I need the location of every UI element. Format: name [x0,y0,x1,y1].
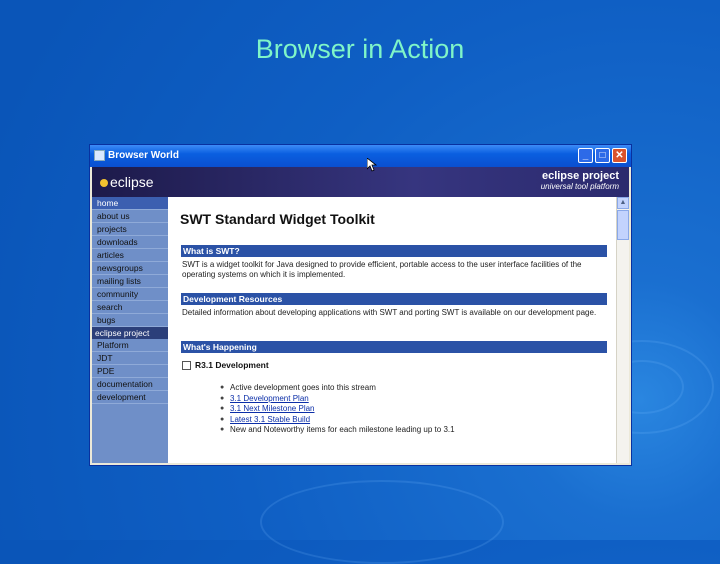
sidebar-item-downloads[interactable]: downloads [92,236,168,249]
list-item-link[interactable]: 3.1 Development Plan [220,394,455,405]
sidebar-item-home[interactable]: home [92,197,168,210]
vertical-scrollbar[interactable]: ▲ [616,197,629,463]
sidebar-item-documentation[interactable]: documentation [92,378,168,391]
sidebar-item-pde[interactable]: PDE [92,365,168,378]
window-app-icon [94,150,105,161]
list-item-link[interactable]: 3.1 Next Milestone Plan [220,404,455,415]
sidebar-item-about-us[interactable]: about us [92,210,168,223]
checkbox-icon [182,361,191,371]
brand-tagline: universal tool platform [540,182,619,191]
window-title: Browser World [108,150,179,161]
section-heading-what-is-swt: What is SWT? [181,245,607,257]
sidebar-item-development[interactable]: development [92,391,168,404]
page-title: SWT Standard Widget Toolkit [180,211,375,227]
sidebar-item-articles[interactable]: articles [92,249,168,262]
subheading-r31-development: R3.1 Development [182,360,269,371]
site-banner: eclipse eclipse project universal tool p… [92,167,629,197]
sidebar-item-jdt[interactable]: JDT [92,352,168,365]
mouse-cursor-icon [367,158,377,172]
section-text-development-resources: Detailed information about developing ap… [182,308,597,317]
main-content: SWT Standard Widget Toolkit What is SWT?… [180,197,608,463]
sidebar-item-community[interactable]: community [92,288,168,301]
brand-block: eclipse project universal tool platform [541,170,619,191]
browser-window: Browser World _ □ ✕ eclipse eclipse proj… [89,144,632,466]
ripple-decoration [260,480,504,564]
sidebar-item-mailing-lists[interactable]: mailing lists [92,275,168,288]
section-text-what-is-swt: SWT is a widget toolkit for Java designe… [182,260,582,279]
sidebar-item-platform[interactable]: Platform [92,339,168,352]
minimize-button[interactable]: _ [578,148,593,163]
maximize-button[interactable]: □ [595,148,610,163]
sidebar-heading-eclipse-project: eclipse project [92,327,168,339]
scroll-thumb[interactable] [617,210,629,240]
list-item: Active development goes into this stream [220,383,455,394]
sidebar-item-projects[interactable]: projects [92,223,168,236]
eclipse-logo-icon [100,179,108,188]
eclipse-logo[interactable]: eclipse [100,174,154,190]
sidebar-item-newsgroups[interactable]: newsgroups [92,262,168,275]
list-item: New and Noteworthy items for each milest… [220,425,455,436]
section-heading-whats-happening: What's Happening [181,341,607,353]
sidebar-nav: home about us projects downloads article… [92,197,168,463]
sidebar-item-search[interactable]: search [92,301,168,314]
list-item-link[interactable]: Latest 3.1 Stable Build [220,415,455,426]
sidebar-item-bugs[interactable]: bugs [92,314,168,327]
slide-title: Browser in Action [255,34,465,64]
close-button[interactable]: ✕ [612,148,627,163]
window-titlebar[interactable]: Browser World _ □ ✕ [90,145,631,167]
scroll-up-icon[interactable]: ▲ [617,197,629,209]
bullet-list: Active development goes into this stream… [220,383,455,436]
brand-name: eclipse project [541,170,619,182]
section-heading-development-resources: Development Resources [181,293,607,305]
web-page: eclipse eclipse project universal tool p… [92,167,629,463]
